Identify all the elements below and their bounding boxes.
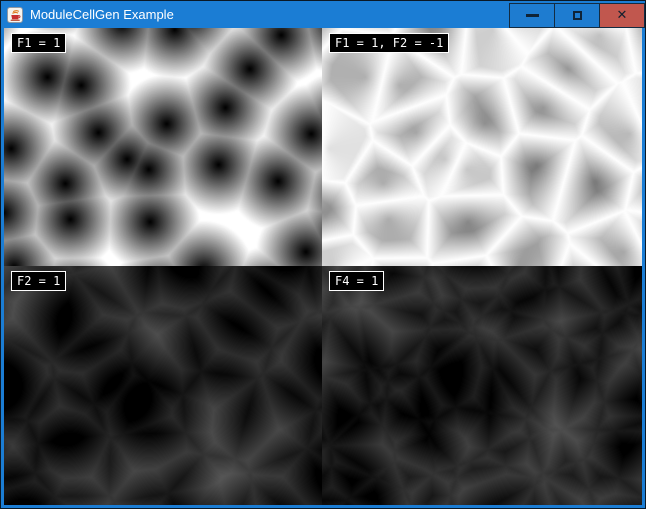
noise-canvas-f1 [4, 28, 322, 266]
java-coffee-cup-icon [7, 7, 23, 23]
close-button[interactable]: ✕ [599, 3, 645, 28]
quadrant-label-f1: F1 = 1 [11, 33, 66, 53]
quadrant-f2: F2 = 1 [4, 266, 322, 505]
quadrant-label-f1-minus-f2: F1 = 1, F2 = -1 [329, 33, 449, 53]
noise-canvas-f2 [4, 266, 322, 505]
close-icon: ✕ [617, 9, 628, 22]
quadrant-f1-minus-f2: F1 = 1, F2 = -1 [322, 28, 642, 266]
app-window: ModuleCellGen Example ✕ F1 = 1 F1 = 1, F… [0, 0, 646, 509]
quadrant-label-f2: F2 = 1 [11, 271, 66, 291]
titlebar[interactable]: ModuleCellGen Example ✕ [1, 1, 645, 28]
minimize-icon [526, 14, 539, 17]
noise-grid: F1 = 1 F1 = 1, F2 = -1 F2 = 1 F4 = 1 [4, 28, 642, 505]
window-controls: ✕ [510, 1, 645, 28]
quadrant-label-f4: F4 = 1 [329, 271, 384, 291]
noise-canvas-f4 [322, 266, 642, 505]
minimize-button[interactable] [509, 3, 555, 28]
quadrant-f1: F1 = 1 [4, 28, 322, 266]
noise-canvas-f1-minus-f2 [322, 28, 642, 266]
maximize-button[interactable] [554, 3, 600, 28]
window-title: ModuleCellGen Example [30, 7, 174, 22]
maximize-icon [573, 11, 582, 20]
quadrant-f4: F4 = 1 [322, 266, 642, 505]
